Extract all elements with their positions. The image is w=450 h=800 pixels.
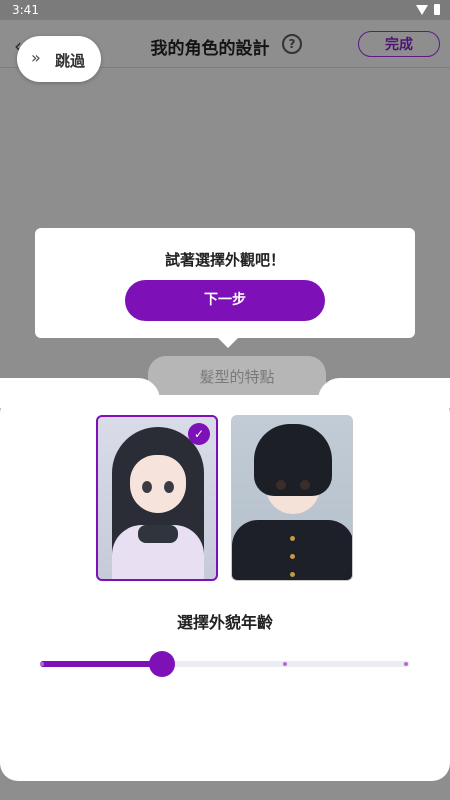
boy-hair	[254, 424, 332, 496]
girl-face	[130, 455, 186, 513]
battery-icon	[434, 4, 440, 15]
boy-eye-right	[300, 480, 310, 490]
status-bar: 3:41	[0, 0, 450, 20]
skip-button[interactable]: » 跳過	[17, 36, 101, 82]
age-slider[interactable]	[40, 651, 410, 677]
tutorial-tooltip: 試著選擇外觀吧！ 下一步	[35, 228, 415, 348]
skip-label: 跳過	[55, 52, 86, 70]
tooltip-pointer	[218, 338, 238, 348]
slider-tick	[283, 662, 287, 666]
next-step-button[interactable]: 下一步	[125, 280, 325, 321]
boy-uniform-button	[290, 572, 295, 577]
age-section-title: 選擇外貌年齡	[176, 613, 273, 632]
done-button[interactable]: 完成	[358, 31, 440, 57]
boy-uniform-button	[290, 554, 295, 559]
status-icons	[416, 4, 440, 15]
appearance-option-girl[interactable]: ✓	[96, 415, 218, 581]
tooltip-text: 試著選擇外觀吧！	[164, 251, 285, 269]
double-chevron-right-icon: »	[31, 48, 41, 67]
bottom-overlay	[0, 781, 450, 800]
bottom-sheet	[0, 395, 450, 781]
appearance-option-boy[interactable]	[231, 415, 353, 581]
slider-thumb[interactable]	[149, 651, 176, 677]
slider-fill	[40, 661, 163, 667]
slider-tick	[404, 662, 408, 666]
girl-eye-right	[164, 481, 174, 493]
section-tab-label: 髮型的特點	[199, 368, 275, 386]
girl-eye-left	[142, 481, 152, 493]
slider-tick	[40, 662, 44, 666]
status-time: 3:41	[12, 3, 39, 17]
help-icon[interactable]: ?	[282, 34, 302, 54]
girl-bow	[138, 525, 178, 543]
check-icon: ✓	[188, 423, 210, 445]
wifi-icon	[416, 4, 428, 15]
boy-eye-left	[276, 480, 286, 490]
boy-uniform-button	[290, 536, 295, 541]
